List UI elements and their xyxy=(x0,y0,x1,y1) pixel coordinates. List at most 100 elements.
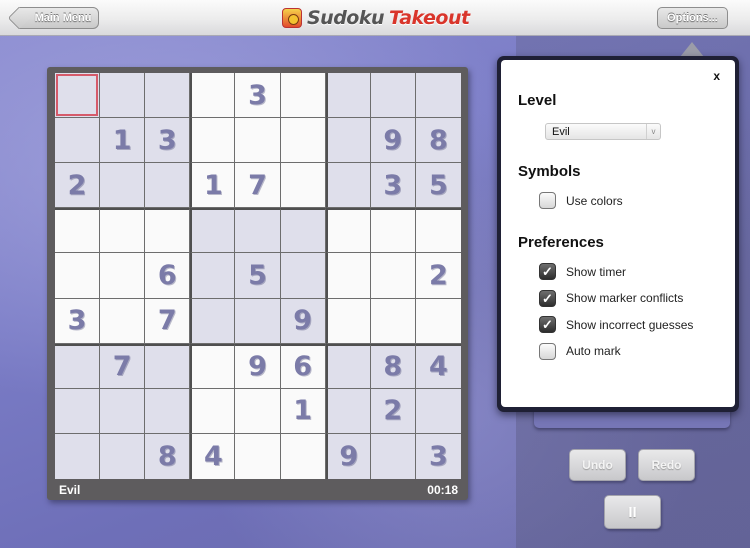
grid-cell[interactable] xyxy=(370,298,416,344)
grid-cell[interactable]: 3 xyxy=(370,163,416,209)
grid-cell[interactable]: 5 xyxy=(235,253,281,299)
grid-cell[interactable] xyxy=(55,208,101,254)
grid-cell[interactable] xyxy=(325,343,371,389)
grid-cell[interactable] xyxy=(280,208,326,254)
checkbox-unchecked[interactable] xyxy=(539,342,556,360)
grid-cell[interactable]: 4 xyxy=(415,343,461,389)
preference-option[interactable]: ✓ Show marker conflicts xyxy=(539,289,683,307)
grid-cell[interactable]: 3 xyxy=(55,298,101,344)
grid-cell[interactable] xyxy=(100,433,146,479)
grid-cell[interactable]: 3 xyxy=(235,73,281,119)
grid-cell[interactable] xyxy=(145,73,191,119)
grid-cell[interactable] xyxy=(415,388,461,434)
main-menu-label: Main Menu xyxy=(34,12,92,24)
grid-cell[interactable] xyxy=(190,208,236,254)
grid-cell[interactable]: 4 xyxy=(190,433,236,479)
level-select[interactable]: Evil v xyxy=(545,123,661,140)
grid-cell[interactable] xyxy=(100,73,146,119)
redo-button[interactable]: Redo xyxy=(638,449,695,481)
grid-cell[interactable] xyxy=(325,163,371,209)
grid-cell[interactable] xyxy=(100,388,146,434)
grid-cell[interactable] xyxy=(100,298,146,344)
grid-cell[interactable] xyxy=(370,208,416,254)
grid-cell[interactable]: 7 xyxy=(145,298,191,344)
grid-cell[interactable]: 9 xyxy=(280,298,326,344)
grid-cell[interactable] xyxy=(190,343,236,389)
grid-cell[interactable] xyxy=(145,388,191,434)
grid-cell[interactable] xyxy=(55,118,101,164)
grid-cell[interactable] xyxy=(100,253,146,299)
grid-cell[interactable] xyxy=(55,253,101,299)
grid-cell[interactable] xyxy=(145,343,191,389)
grid-cell[interactable] xyxy=(325,298,371,344)
grid-cell[interactable] xyxy=(100,208,146,254)
bird-logo-icon xyxy=(282,8,302,28)
grid-cell[interactable] xyxy=(145,208,191,254)
grid-cell[interactable]: 1 xyxy=(100,118,146,164)
grid-cell[interactable] xyxy=(280,253,326,299)
pause-button[interactable]: II xyxy=(604,495,661,529)
grid-cell[interactable]: 3 xyxy=(415,433,461,479)
checkbox-checked[interactable]: ✓ xyxy=(539,263,556,280)
grid-cell[interactable] xyxy=(190,118,236,164)
grid-cell[interactable] xyxy=(370,73,416,119)
grid-cell[interactable] xyxy=(370,253,416,299)
grid-cell[interactable]: 8 xyxy=(145,433,191,479)
grid-cell[interactable]: 2 xyxy=(55,163,101,209)
grid-cell[interactable] xyxy=(190,73,236,119)
grid-cell[interactable]: 9 xyxy=(325,433,371,479)
grid-cell[interactable] xyxy=(235,298,281,344)
grid-cell[interactable] xyxy=(100,163,146,209)
grid-cell[interactable]: 5 xyxy=(415,163,461,209)
options-button[interactable]: Options... xyxy=(657,7,728,29)
grid-cell[interactable] xyxy=(235,118,281,164)
grid-cell[interactable] xyxy=(55,343,101,389)
grid-cell[interactable]: 9 xyxy=(370,118,416,164)
grid-cell[interactable] xyxy=(235,433,281,479)
grid-cell[interactable] xyxy=(325,118,371,164)
grid-cell[interactable] xyxy=(235,208,281,254)
preference-option[interactable]: Auto mark xyxy=(539,342,621,360)
checkbox-checked[interactable]: ✓ xyxy=(539,316,556,333)
grid-cell[interactable]: 2 xyxy=(370,388,416,434)
main-menu-button[interactable]: Main Menu xyxy=(19,7,99,29)
grid-cell[interactable] xyxy=(325,208,371,254)
checkbox-checked[interactable]: ✓ xyxy=(539,289,556,307)
grid-cell[interactable] xyxy=(55,73,101,119)
checkbox-unchecked[interactable] xyxy=(539,192,556,209)
preference-option[interactable]: ✓ Show timer xyxy=(539,263,626,280)
grid-cell[interactable]: 8 xyxy=(415,118,461,164)
grid-cell[interactable] xyxy=(415,208,461,254)
grid-cell[interactable]: 6 xyxy=(280,343,326,389)
undo-button[interactable]: Undo xyxy=(569,449,626,481)
grid-cell[interactable] xyxy=(55,433,101,479)
grid-cell[interactable] xyxy=(325,388,371,434)
grid-cell[interactable] xyxy=(280,118,326,164)
grid-cell[interactable]: 6 xyxy=(145,253,191,299)
grid-cell[interactable] xyxy=(235,388,281,434)
grid-cell[interactable] xyxy=(280,73,326,119)
grid-cell[interactable] xyxy=(325,253,371,299)
close-icon[interactable]: x xyxy=(713,69,720,83)
grid-cell[interactable] xyxy=(145,163,191,209)
preference-option[interactable]: ✓ Show incorrect guesses xyxy=(539,316,693,333)
grid-cell[interactable] xyxy=(280,163,326,209)
grid-cell[interactable]: 3 xyxy=(145,118,191,164)
grid-cell[interactable] xyxy=(325,73,371,119)
grid-cell[interactable] xyxy=(280,433,326,479)
grid-cell[interactable] xyxy=(370,433,416,479)
grid-cell[interactable]: 7 xyxy=(100,343,146,389)
grid-cell[interactable] xyxy=(415,298,461,344)
symbols-option[interactable]: Use colors xyxy=(539,192,623,209)
grid-cell[interactable]: 8 xyxy=(370,343,416,389)
grid-cell[interactable]: 9 xyxy=(235,343,281,389)
grid-cell[interactable]: 1 xyxy=(280,388,326,434)
grid-cell[interactable] xyxy=(190,253,236,299)
grid-cell[interactable] xyxy=(55,388,101,434)
grid-cell[interactable] xyxy=(190,388,236,434)
grid-cell[interactable]: 2 xyxy=(415,253,461,299)
grid-cell[interactable] xyxy=(415,73,461,119)
grid-cell[interactable] xyxy=(190,298,236,344)
grid-cell[interactable]: 7 xyxy=(235,163,281,209)
grid-cell[interactable]: 1 xyxy=(190,163,236,209)
